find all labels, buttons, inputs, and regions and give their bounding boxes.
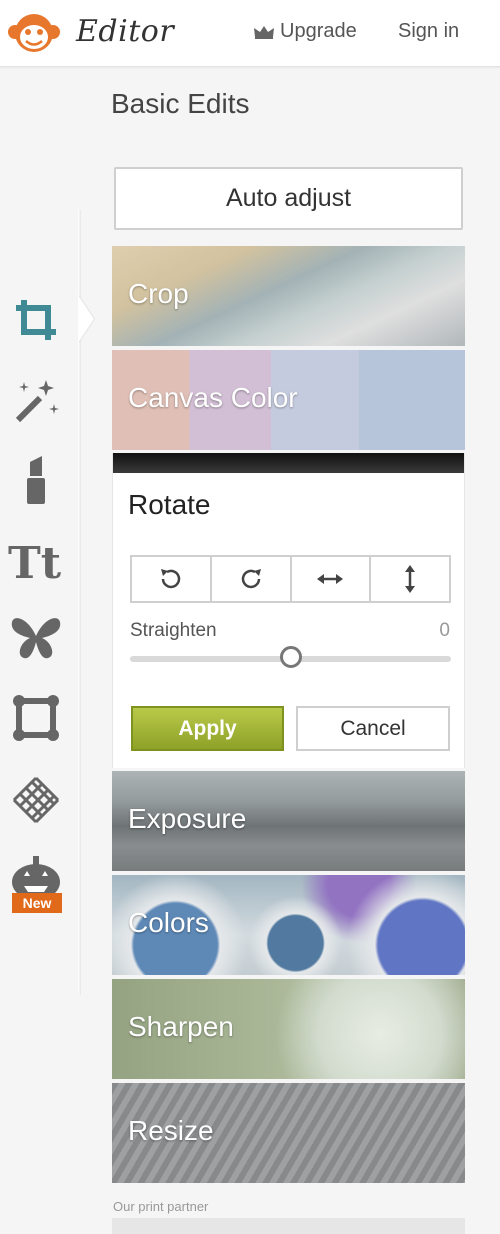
section-title: Basic Edits: [111, 88, 250, 119]
rotate-panel: Rotate Straighten 0 Apply Cancel: [112, 453, 465, 768]
rotate-left-button[interactable]: [132, 557, 212, 601]
upgrade-label: Upgrade: [280, 20, 357, 42]
apply-button[interactable]: Apply: [131, 706, 284, 751]
print-partner-banner[interactable]: [112, 1218, 465, 1234]
print-partner-label: Our print partner: [113, 1199, 209, 1214]
crop-label: Crop: [128, 278, 189, 309]
rotate-right-button[interactable]: [212, 557, 292, 601]
sign-in-link[interactable]: Sign in: [398, 20, 459, 43]
svg-text:Tt: Tt: [8, 538, 62, 584]
sharpen-card[interactable]: Sharpen: [112, 979, 465, 1079]
crown-icon: [254, 25, 274, 39]
rotate-right-icon: [241, 569, 261, 589]
straighten-value: 0: [439, 620, 450, 641]
colors-card[interactable]: Colors: [112, 875, 465, 975]
rotate-left-icon: [160, 569, 181, 589]
canvas-color-card[interactable]: Canvas Color: [112, 350, 465, 450]
touch-up-lipstick-icon[interactable]: [6, 450, 66, 510]
resize-card[interactable]: Resize: [112, 1083, 465, 1183]
straighten-label: Straighten: [130, 620, 217, 641]
flip-vertical-icon: [405, 565, 416, 593]
canvas-color-label: Canvas Color: [128, 382, 298, 413]
texture-tool-icon[interactable]: [6, 770, 66, 830]
effects-wand-icon[interactable]: [6, 370, 66, 430]
colors-label: Colors: [128, 907, 209, 938]
crop-card[interactable]: Crop: [112, 246, 465, 346]
rotate-title: Rotate: [128, 489, 211, 520]
new-badge: New: [12, 893, 62, 913]
active-tool-pointer: [78, 295, 94, 343]
cancel-button[interactable]: Cancel: [296, 706, 450, 751]
flip-vertical-button[interactable]: [371, 557, 449, 601]
straighten-slider-thumb[interactable]: [279, 646, 302, 668]
top-bar: Editor Upgrade Sign in: [0, 0, 500, 67]
frame-tool-icon[interactable]: [6, 688, 66, 748]
exposure-card[interactable]: Exposure: [112, 771, 465, 871]
rotate-button-group: [130, 555, 451, 603]
rotate-thumbnail-strip: [113, 453, 464, 473]
auto-adjust-button[interactable]: Auto adjust: [114, 167, 463, 230]
resize-label: Resize: [128, 1115, 214, 1146]
overlay-butterfly-icon[interactable]: [6, 608, 66, 668]
brand-title: Editor: [76, 14, 175, 49]
crop-tool-icon[interactable]: [6, 290, 66, 350]
text-tool-icon[interactable]: Tt: [6, 530, 66, 590]
upgrade-link[interactable]: Upgrade: [253, 20, 357, 43]
exposure-label: Exposure: [128, 803, 247, 834]
monkey-logo-icon[interactable]: [8, 12, 60, 54]
sharpen-label: Sharpen: [128, 1011, 234, 1042]
flip-horizontal-button[interactable]: [292, 557, 372, 601]
flip-horizontal-icon: [317, 574, 344, 584]
